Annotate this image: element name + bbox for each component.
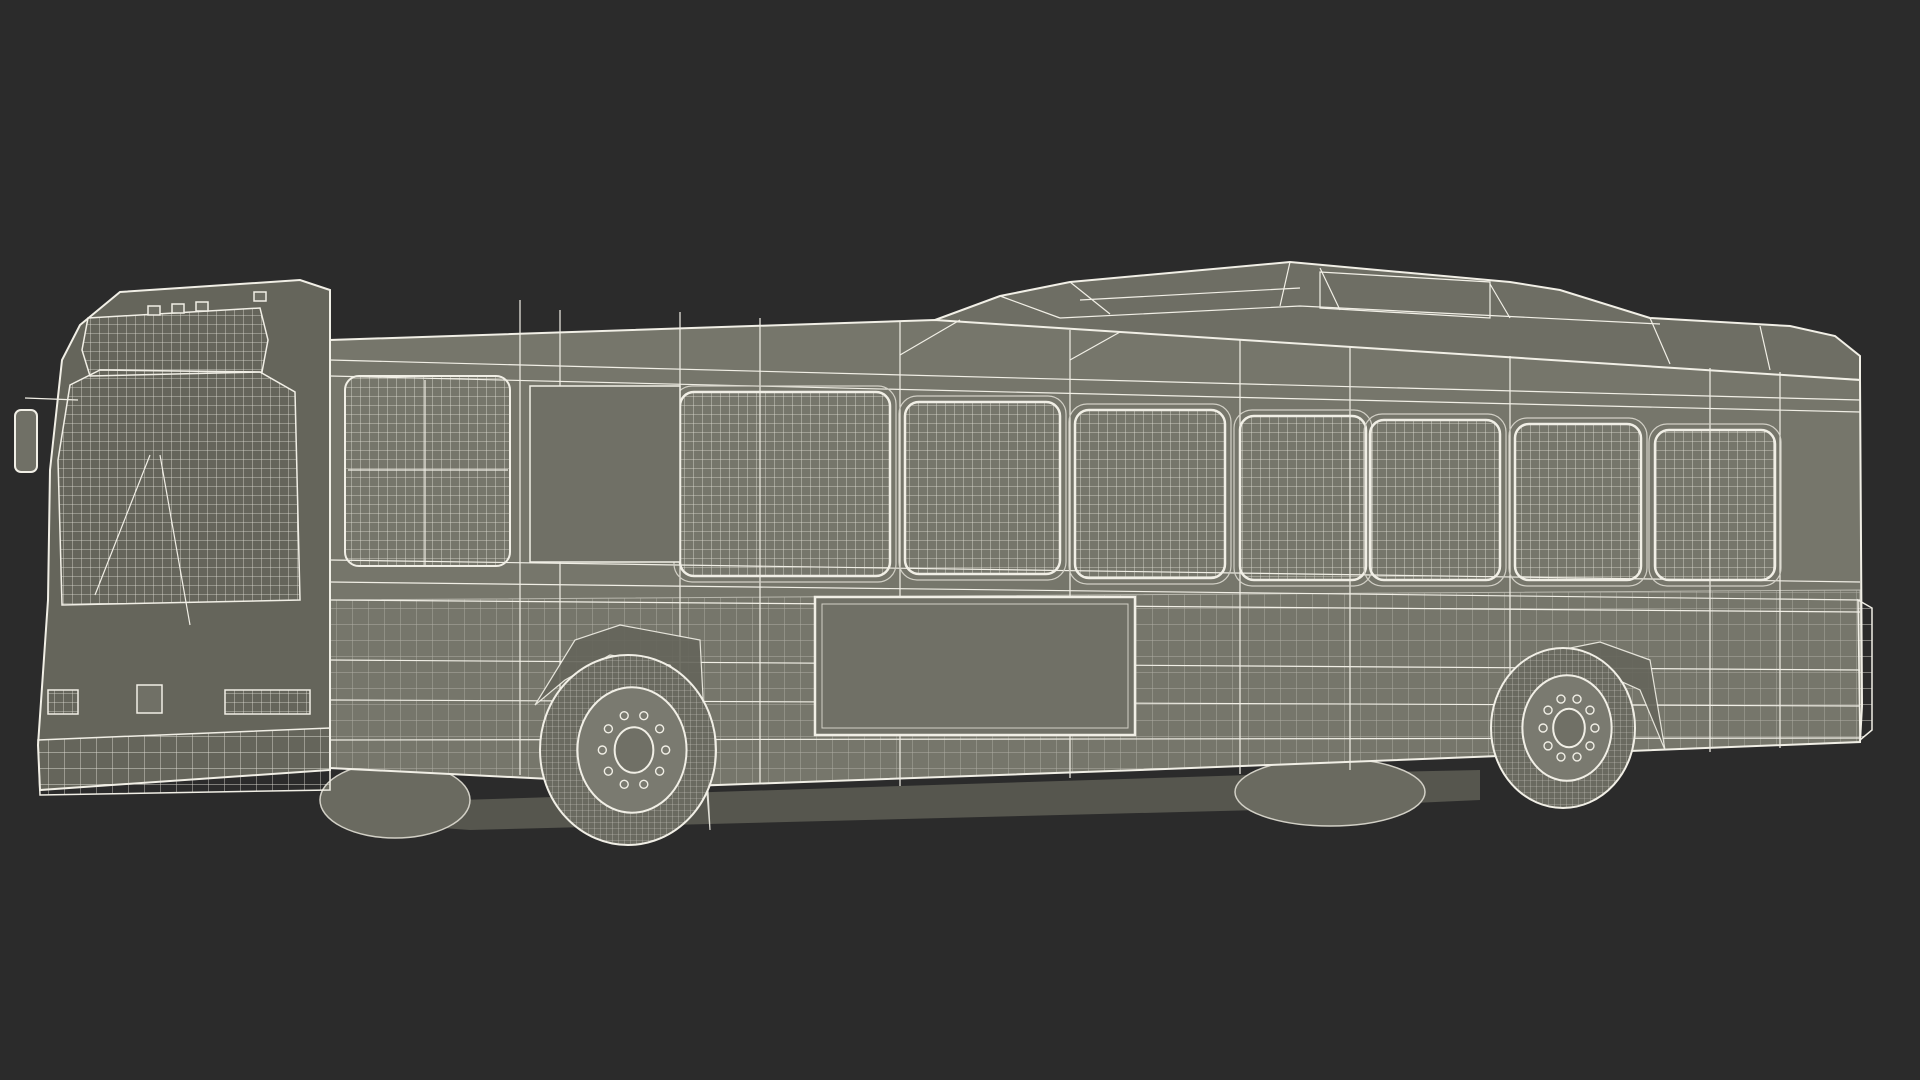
- marker-light: [253, 291, 267, 302]
- side-window: [1238, 414, 1368, 582]
- side-window: [1513, 422, 1643, 582]
- render-viewport: [0, 0, 1920, 1080]
- destination-sign: [81, 307, 269, 377]
- front-bumper: [37, 727, 331, 796]
- windshield: [57, 369, 301, 606]
- wheel-hub: [1552, 707, 1586, 749]
- side-window: [1653, 428, 1777, 582]
- far-rear-wheel: [1234, 757, 1426, 827]
- front-wheel: [539, 654, 717, 846]
- marker-light: [147, 305, 161, 316]
- side-window: [678, 390, 892, 578]
- rear-wheel: [1490, 647, 1636, 809]
- bus-wireframe-scene: [0, 0, 1920, 1080]
- advertising-panel: [813, 595, 1137, 737]
- side-window: [1073, 408, 1227, 580]
- side-window: [1368, 418, 1502, 582]
- wheel-hub: [613, 726, 655, 774]
- side-window: [903, 400, 1062, 576]
- rear-bumper: [1857, 598, 1873, 742]
- marker-light: [171, 303, 185, 314]
- marker-light: [195, 301, 209, 312]
